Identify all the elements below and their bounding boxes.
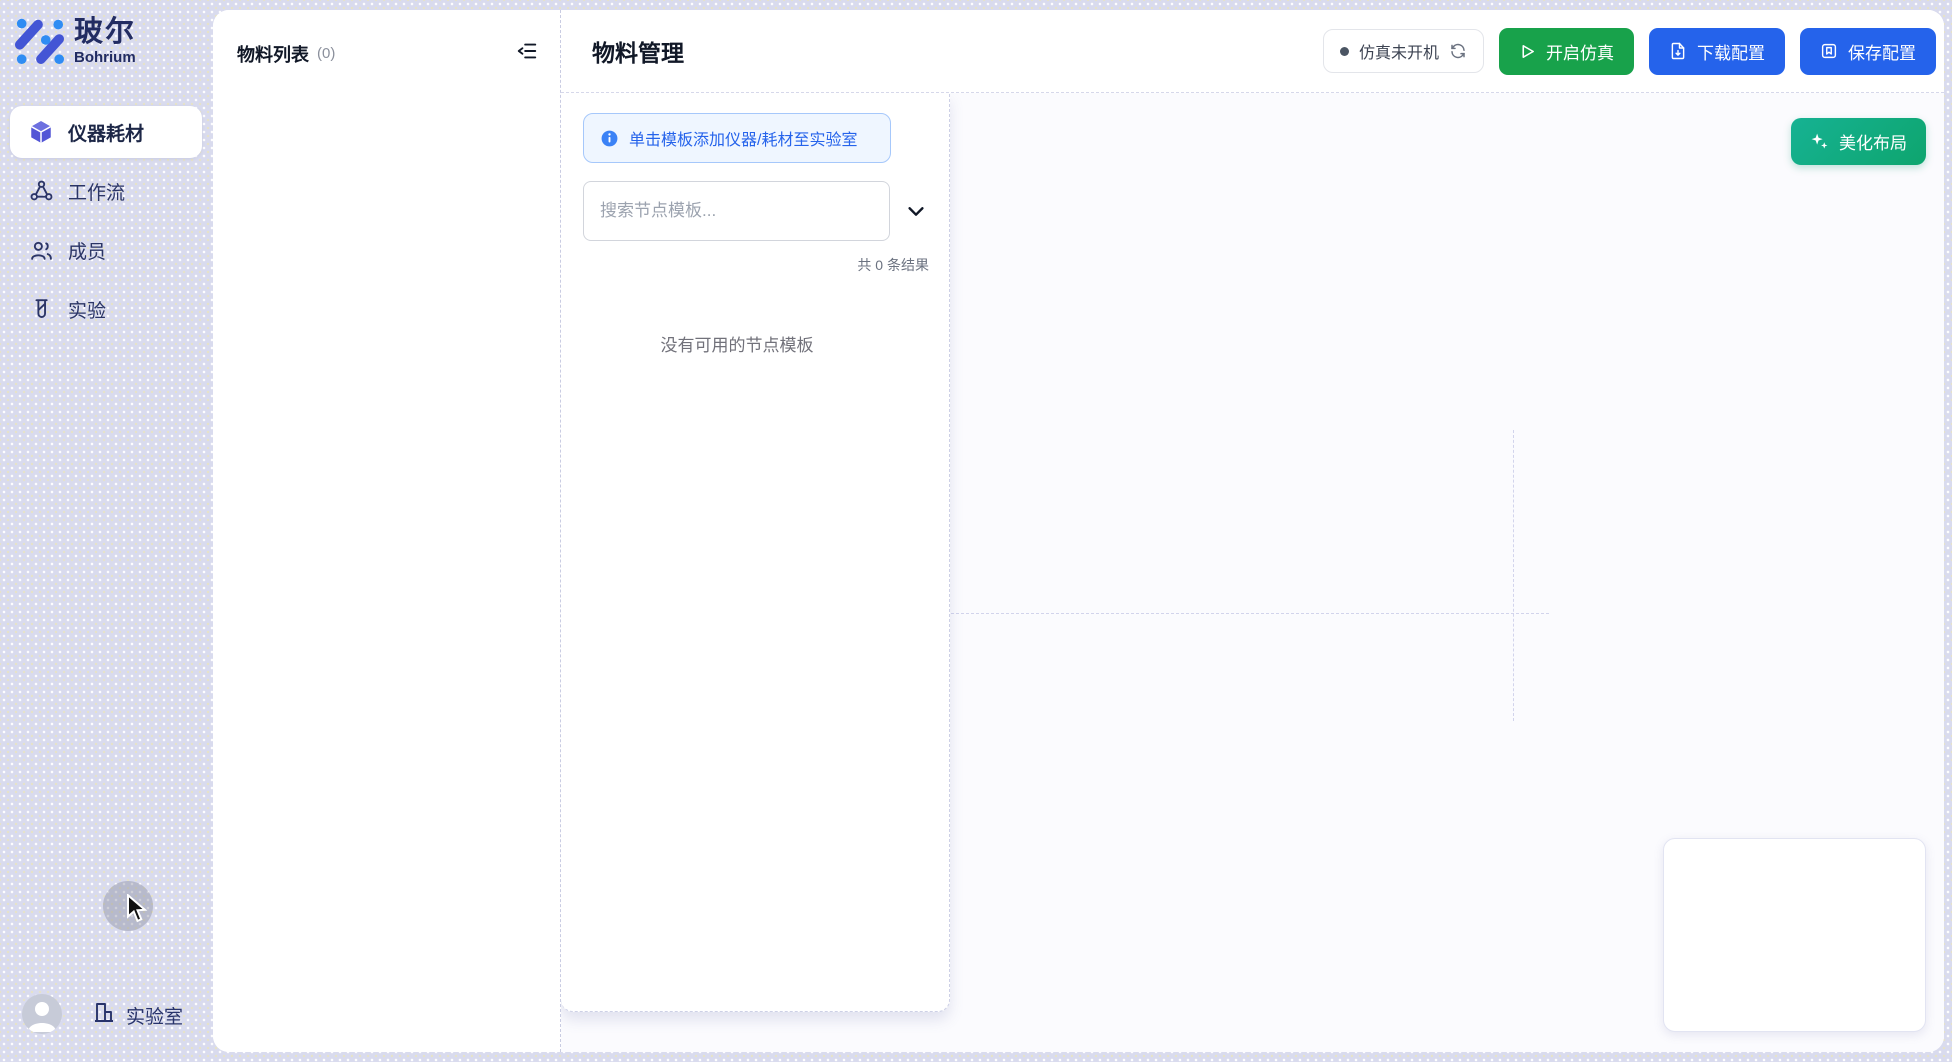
file-download-icon xyxy=(1669,42,1687,60)
sidebar-item-label: 工作流 xyxy=(68,178,125,205)
users-icon xyxy=(28,237,54,263)
start-simulation-button[interactable]: 开启仿真 xyxy=(1499,28,1634,75)
workflow-icon xyxy=(28,178,54,204)
template-search-row xyxy=(583,181,929,241)
status-dot-icon xyxy=(1340,47,1349,56)
materials-panel: 物料列表 (0) xyxy=(213,10,561,1052)
template-empty-message: 没有可用的节点模板 xyxy=(583,331,891,356)
header-actions: 仿真未开机 xyxy=(1323,28,1936,75)
save-icon xyxy=(1820,42,1838,60)
test-tube-icon xyxy=(28,296,54,322)
chevron-down-icon[interactable] xyxy=(903,198,929,224)
info-icon xyxy=(600,129,619,148)
materials-list-title: 物料列表 xyxy=(237,41,309,67)
play-icon xyxy=(1519,43,1536,60)
template-result-count: 共 0 条结果 xyxy=(583,255,929,275)
lab-switcher[interactable]: 实验室 xyxy=(92,1000,183,1030)
sidebar: 玻尔 Bohrium 仪器耗材 xyxy=(0,0,213,1062)
simulation-status-label: 仿真未开机 xyxy=(1359,39,1439,63)
start-simulation-label: 开启仿真 xyxy=(1546,39,1614,64)
sparkles-icon xyxy=(1810,132,1829,151)
simulation-status-pill[interactable]: 仿真未开机 xyxy=(1323,29,1484,73)
canvas-guide-horizontal xyxy=(951,613,1549,614)
avatar[interactable] xyxy=(22,994,62,1034)
content-wrapper: 物料列表 (0) 物料管理 仿真未开机 xyxy=(213,10,1944,1052)
download-config-label: 下载配置 xyxy=(1697,39,1765,64)
refresh-icon[interactable] xyxy=(1449,42,1467,60)
mouse-cursor xyxy=(125,894,151,929)
sidebar-bottom: 实验室 xyxy=(0,994,213,1034)
main-header: 物料管理 仿真未开机 xyxy=(561,10,1944,93)
minimap[interactable] xyxy=(1663,838,1926,1032)
building-icon xyxy=(92,1000,116,1030)
download-config-button[interactable]: 下载配置 xyxy=(1649,28,1785,75)
main-column: 物料管理 仿真未开机 xyxy=(561,10,1944,1052)
sidebar-nav: 仪器耗材 工作流 xyxy=(10,106,202,335)
brand-name: 玻尔 xyxy=(74,17,136,47)
brand-subname: Bohrium xyxy=(74,50,136,66)
save-config-label: 保存配置 xyxy=(1848,39,1916,64)
sidebar-item-label: 仪器耗材 xyxy=(68,119,144,146)
materials-list-count: (0) xyxy=(317,45,335,62)
lab-canvas[interactable]: 单击模板添加仪器/耗材至实验室 共 0 条结果 没有可用的节点模板 xyxy=(561,93,1944,1052)
page-title: 物料管理 xyxy=(592,34,684,68)
canvas-guide-vertical xyxy=(1513,430,1514,721)
template-search-input[interactable] xyxy=(583,181,890,241)
beautify-layout-button[interactable]: 美化布局 xyxy=(1791,118,1926,165)
lab-label: 实验室 xyxy=(126,1002,183,1029)
sidebar-item-workflow[interactable]: 工作流 xyxy=(10,165,202,217)
sidebar-item-instruments[interactable]: 仪器耗材 xyxy=(10,106,202,158)
beautify-layout-label: 美化布局 xyxy=(1839,129,1907,154)
cube-icon xyxy=(28,119,54,145)
bohrium-logo-icon xyxy=(14,14,64,69)
sidebar-item-label: 成员 xyxy=(68,237,106,264)
template-hint-text: 单击模板添加仪器/耗材至实验室 xyxy=(629,126,857,150)
app-root: 玻尔 Bohrium 仪器耗材 xyxy=(0,0,1952,1062)
collapse-panel-icon[interactable] xyxy=(516,40,538,67)
template-panel: 单击模板添加仪器/耗材至实验室 共 0 条结果 没有可用的节点模板 xyxy=(561,93,950,1012)
template-hint-banner: 单击模板添加仪器/耗材至实验室 xyxy=(583,113,891,163)
sidebar-item-experiments[interactable]: 实验 xyxy=(10,283,202,335)
brand: 玻尔 Bohrium xyxy=(0,0,213,69)
save-config-button[interactable]: 保存配置 xyxy=(1800,28,1936,75)
materials-panel-header: 物料列表 (0) xyxy=(213,10,560,67)
sidebar-item-members[interactable]: 成员 xyxy=(10,224,202,276)
sidebar-item-label: 实验 xyxy=(68,296,106,323)
